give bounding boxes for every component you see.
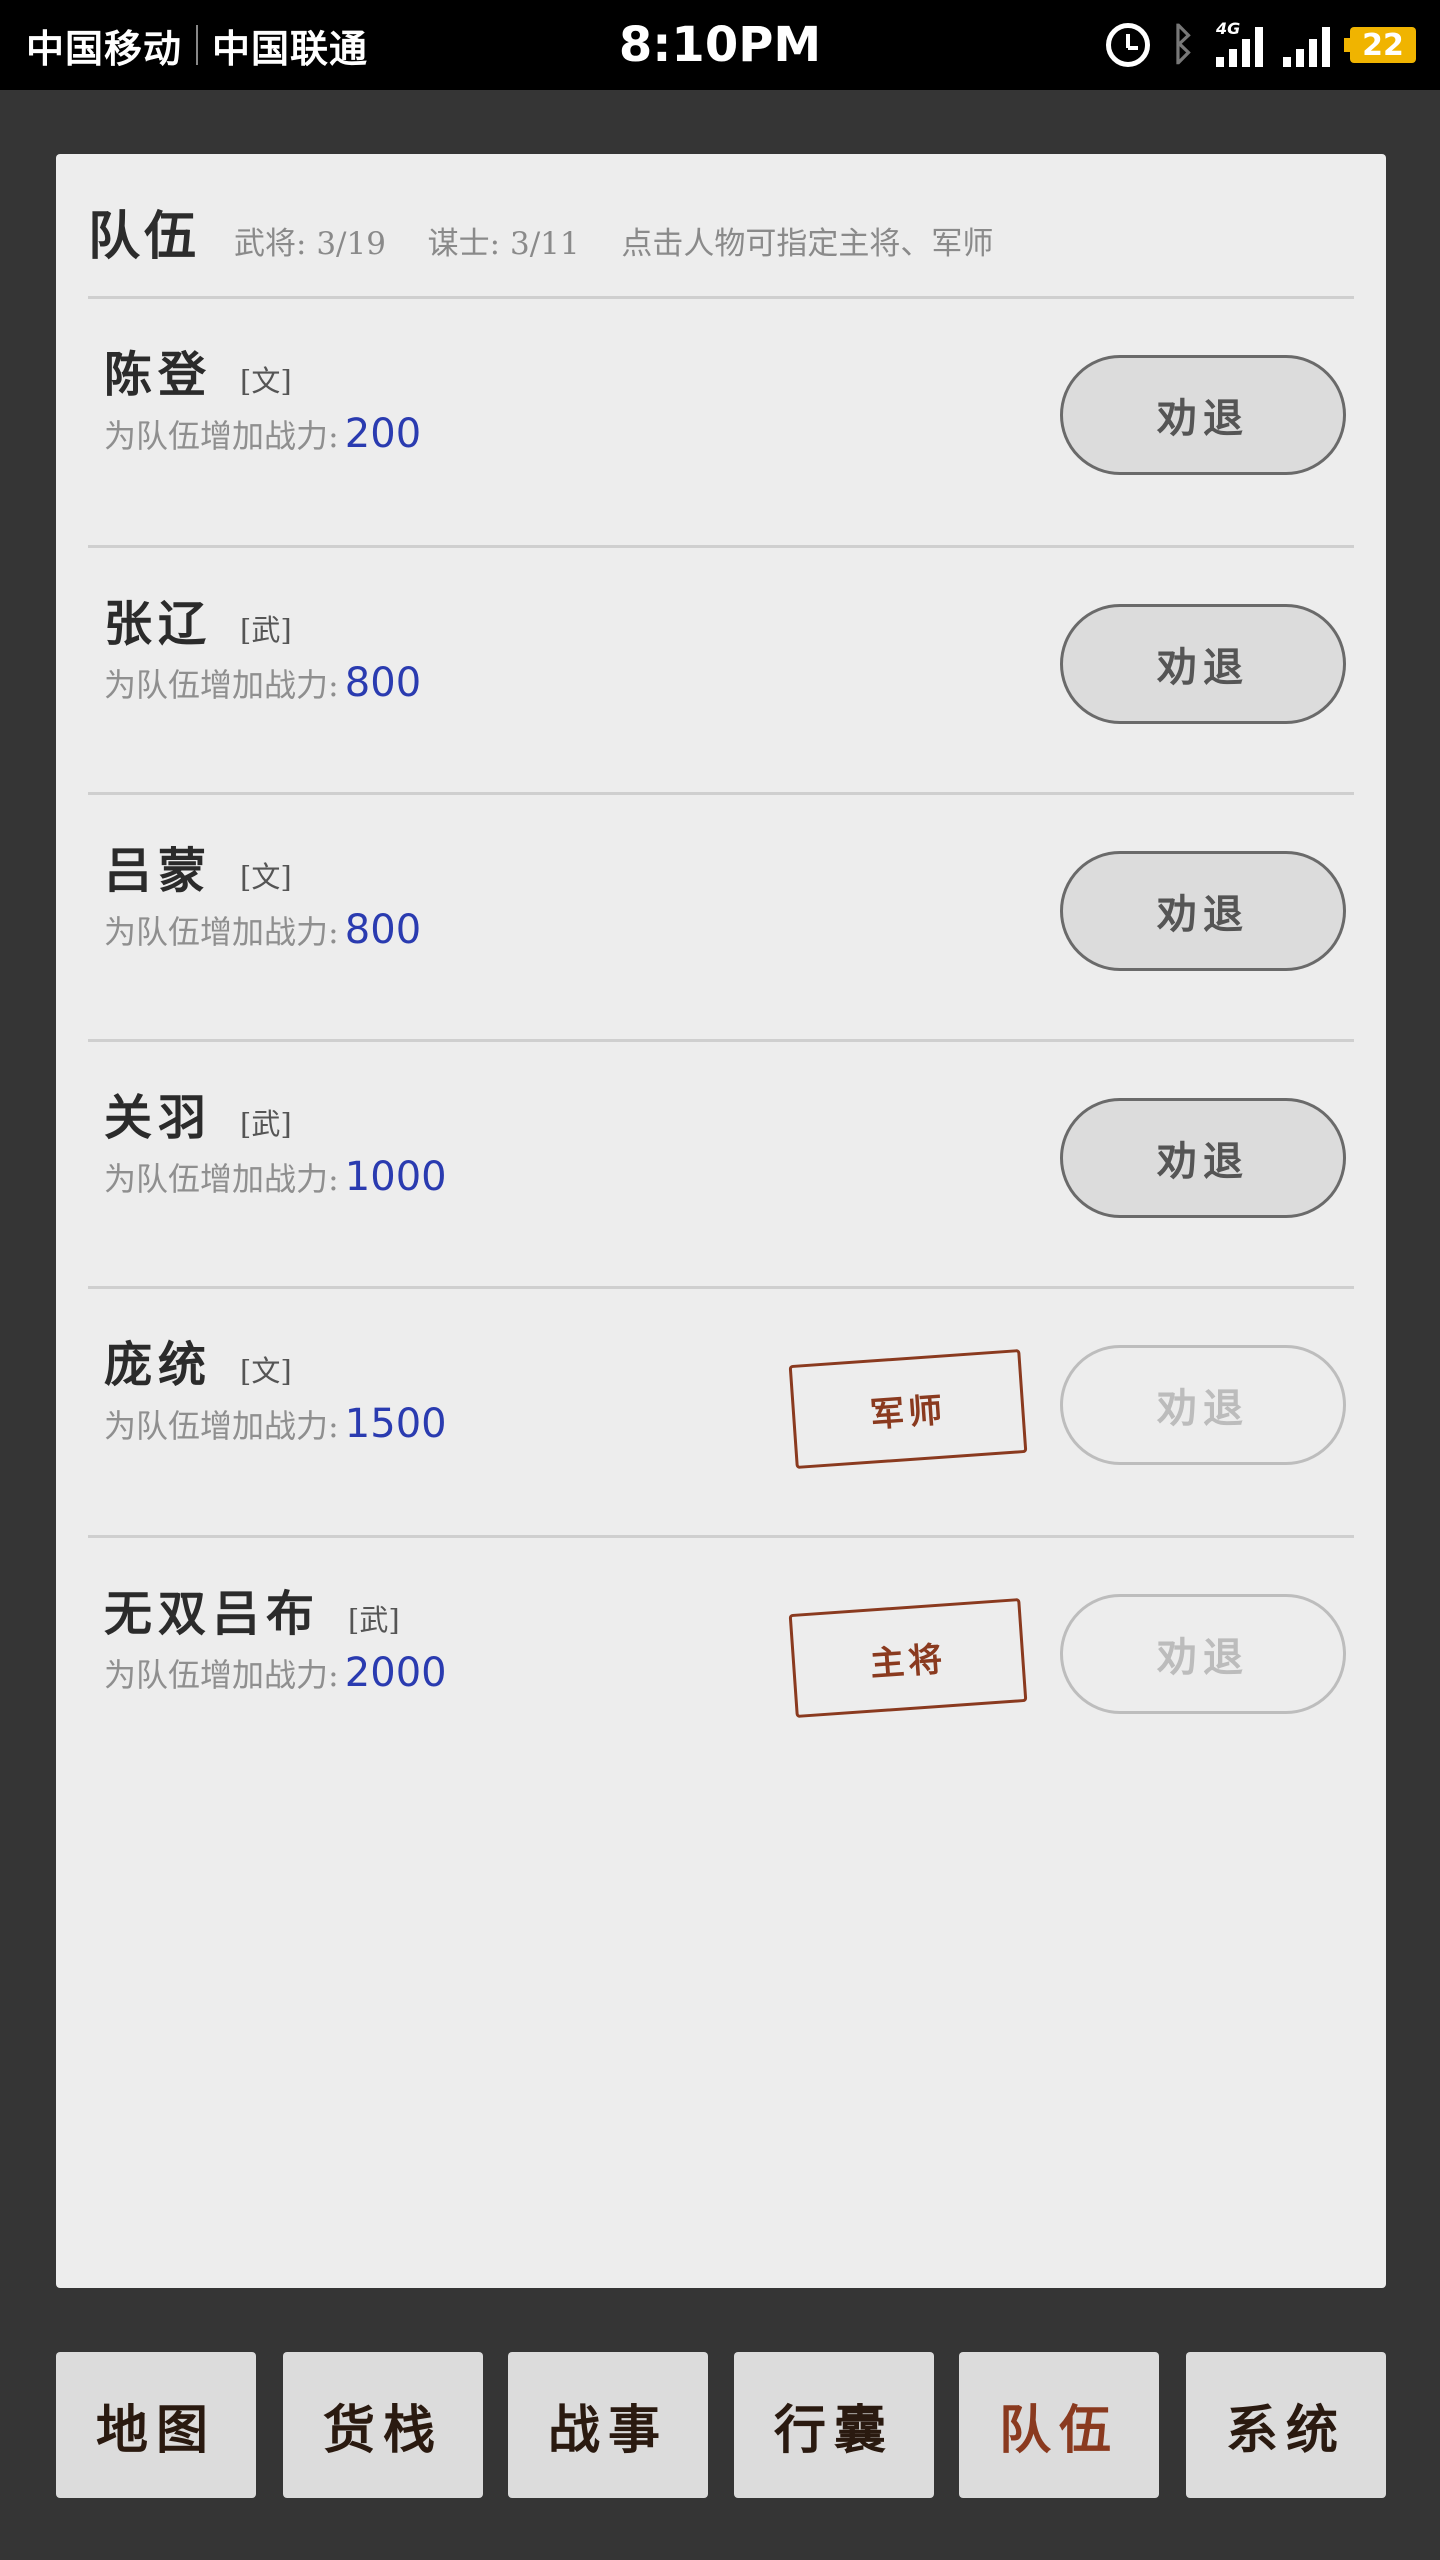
hero-type: [文]: [240, 860, 292, 894]
bottom-nav: 地图 货栈 战事 行囊 队伍 系统: [0, 2352, 1440, 2498]
power-label: 为队伍增加战力:: [104, 1656, 339, 1694]
member-row[interactable]: 无双吕布 [武] 为队伍增加战力: 2000 主将 劝退: [88, 1538, 1354, 1782]
power-value: 800: [344, 907, 422, 953]
hero-type: [武]: [240, 1107, 292, 1141]
page-title: 队伍: [88, 206, 201, 267]
signal-4g-icon: 4G: [1216, 19, 1263, 67]
member-row[interactable]: 庞统 [文] 为队伍增加战力: 1500 军师 劝退: [88, 1289, 1354, 1533]
hero-name: 无双吕布: [104, 1586, 321, 1642]
signal-icon: [1283, 23, 1330, 67]
team-stats: 武将: 3/19 谋士: 3/11 点击人物可指定主将、军师: [234, 218, 993, 263]
power-value: 200: [344, 411, 422, 457]
advisor-stamp: 军师: [788, 1349, 1028, 1469]
dismiss-button[interactable]: 劝退: [1060, 1345, 1346, 1465]
generals-count: 3/19: [316, 226, 386, 262]
tab-system[interactable]: 系统: [1186, 2352, 1386, 2498]
power-value: 1500: [344, 1401, 447, 1447]
power-label: 为队伍增加战力:: [104, 417, 339, 455]
bluetooth-icon: ᛒ: [1169, 19, 1196, 70]
network-type-label: 4G: [1216, 19, 1241, 38]
tab-store[interactable]: 货栈: [283, 2352, 483, 2498]
hero-name: 吕蒙: [104, 843, 213, 899]
power-label: 为队伍增加战力:: [104, 1160, 339, 1198]
hero-name: 张辽: [104, 596, 213, 652]
status-bar: 中国移动 中国联通 8:10PM ᛒ 4G 22: [0, 0, 1440, 90]
advisors-label: 谋士:: [427, 226, 501, 262]
power-value: 800: [344, 660, 422, 706]
hint-text: 点击人物可指定主将、军师: [621, 226, 994, 262]
hero-type: [文]: [240, 364, 292, 398]
power-label: 为队伍增加战力:: [104, 1407, 339, 1445]
dismiss-button[interactable]: 劝退: [1060, 1098, 1346, 1218]
member-row[interactable]: 吕蒙 [文] 为队伍增加战力: 800 劝退: [88, 795, 1354, 1039]
team-header: 队伍 武将: 3/19 谋士: 3/11 点击人物可指定主将、军师: [88, 194, 1354, 267]
dismiss-button[interactable]: 劝退: [1060, 1594, 1346, 1714]
power-label: 为队伍增加战力:: [104, 666, 339, 704]
team-panel: 队伍 武将: 3/19 谋士: 3/11 点击人物可指定主将、军师 陈登 [文]…: [56, 154, 1386, 2288]
battery-icon: 22: [1344, 27, 1416, 63]
power-value: 1000: [344, 1154, 447, 1200]
generals-label: 武将:: [234, 226, 307, 262]
hero-name: 庞统: [104, 1337, 213, 1393]
dismiss-button[interactable]: 劝退: [1060, 851, 1346, 971]
member-row[interactable]: 关羽 [武] 为队伍增加战力: 1000 劝退: [88, 1042, 1354, 1286]
leader-stamp: 主将: [788, 1598, 1028, 1718]
advisors-count: 3/11: [509, 226, 580, 262]
status-icons: ᛒ 4G 22: [1105, 0, 1416, 90]
tab-inventory[interactable]: 行囊: [734, 2352, 934, 2498]
dismiss-button[interactable]: 劝退: [1060, 604, 1346, 724]
tab-map[interactable]: 地图: [56, 2352, 256, 2498]
power-label: 为队伍增加战力:: [104, 913, 339, 951]
tab-team[interactable]: 队伍: [959, 2352, 1159, 2498]
hero-type: [武]: [348, 1603, 400, 1637]
member-row[interactable]: 张辽 [武] 为队伍增加战力: 800 劝退: [88, 548, 1354, 792]
hero-type: [武]: [240, 613, 292, 647]
power-value: 2000: [344, 1650, 447, 1696]
hero-type: [文]: [240, 1354, 292, 1388]
tab-battle[interactable]: 战事: [508, 2352, 708, 2498]
alarm-icon: [1105, 23, 1150, 67]
battery-level: 22: [1362, 27, 1404, 63]
member-row[interactable]: 陈登 [文] 为队伍增加战力: 200 劝退: [88, 299, 1354, 543]
hero-name: 陈登: [104, 347, 213, 403]
hero-name: 关羽: [104, 1090, 213, 1146]
dismiss-button[interactable]: 劝退: [1060, 355, 1346, 475]
